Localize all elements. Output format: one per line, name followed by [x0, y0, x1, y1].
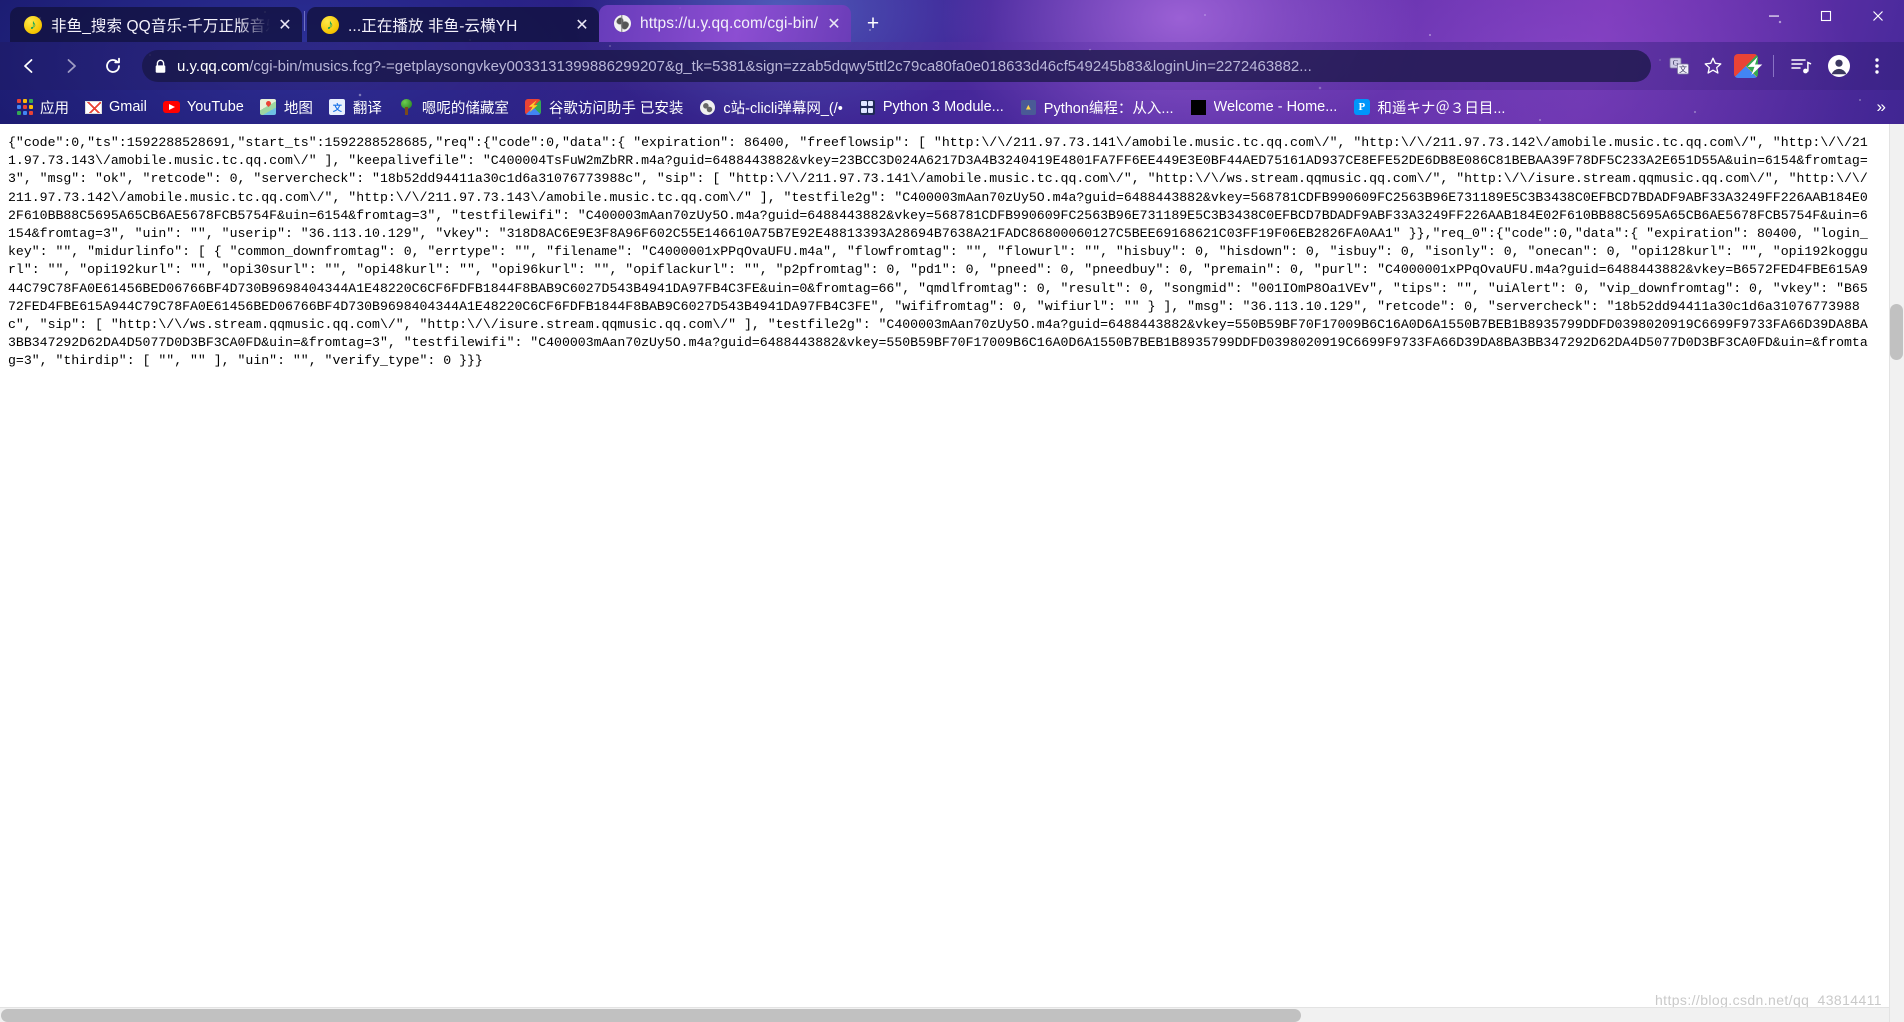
tab-title: https://u.y.qq.com/cgi-bin/mu	[640, 14, 819, 32]
bookmark-welcome-home[interactable]: Welcome - Home...	[1182, 94, 1346, 120]
close-window-button[interactable]	[1852, 0, 1904, 32]
bookmark-label: 嗯呢的储藏室	[421, 100, 509, 117]
bookmark-python3-module[interactable]: Python 3 Module...	[851, 94, 1012, 120]
youtube-icon	[162, 99, 180, 116]
vertical-scrollbar[interactable]	[1889, 124, 1904, 1022]
qq-music-icon	[24, 15, 42, 34]
tab-title: ...正在播放 非鱼-云横YH	[348, 17, 518, 35]
bookmark-label: c站-clicli弹幕网_(/•	[723, 100, 843, 117]
close-tab-button[interactable]: ✕	[569, 12, 595, 38]
bookmark-label: 应用	[40, 100, 69, 117]
bookmarks-bar: 应用 Gmail YouTube 地图 文 翻译 嗯呢的储藏室 谷歌访问助手 已…	[0, 90, 1904, 124]
google-translate-icon: 文	[329, 99, 346, 116]
url-path: /cgi-bin/musics.fcg?-=getplaysongvkey003…	[249, 57, 1312, 75]
tab-now-playing[interactable]: ...正在播放 非鱼-云横YH ✕	[307, 7, 599, 42]
bookmark-label: 地图	[283, 100, 313, 117]
window-controls	[1748, 0, 1904, 32]
tab-qq-music-search[interactable]: 非鱼_搜索 QQ音乐-千万正版音乐 ✕	[10, 7, 302, 42]
star-icon[interactable]	[1699, 52, 1727, 80]
bookmark-pixiv[interactable]: P 和遥キナ＠３日目...	[1345, 94, 1513, 120]
python-book-icon	[1020, 99, 1037, 116]
svg-text:文: 文	[1679, 63, 1687, 73]
tab-strip: 非鱼_搜索 QQ音乐-千万正版音乐 ✕ ...正在播放 非鱼-云横YH ✕ ht…	[0, 0, 1904, 42]
browser-toolbar: u.y.qq.com/cgi-bin/musics.fcg?-=getplays…	[0, 42, 1904, 90]
bookmark-clicli[interactable]: c站-clicli弹幕网_(/•	[691, 94, 850, 120]
google-access-assistant-icon	[525, 99, 542, 116]
google-access-assistant-icon[interactable]	[1729, 49, 1763, 83]
page-content: {"code":0,"ts":1592288528691,"start_ts":…	[0, 124, 1904, 1022]
close-tab-button[interactable]: ✕	[272, 12, 298, 38]
gmail-icon	[85, 99, 102, 116]
maximize-button[interactable]	[1800, 0, 1852, 32]
address-bar[interactable]: u.y.qq.com/cgi-bin/musics.fcg?-=getplays…	[142, 50, 1651, 82]
tab-separator	[304, 11, 305, 31]
bookmark-label: Gmail	[109, 99, 147, 115]
translate-icon[interactable]: G 文	[1665, 52, 1693, 80]
bookmark-label: Python编程：从入...	[1043, 100, 1174, 117]
bookmark-storage-room[interactable]: 嗯呢的储藏室	[390, 94, 517, 120]
qq-music-icon	[321, 15, 339, 34]
bookmark-label: Python 3 Module...	[882, 99, 1004, 115]
url-text: u.y.qq.com/cgi-bin/musics.fcg?-=getplays…	[177, 58, 1312, 75]
blog-watermark: https://blog.csdn.net/qq_43814411	[1654, 992, 1882, 1008]
bookmark-google-access-assistant[interactable]: 谷歌访问助手 已安装	[517, 94, 692, 120]
reload-icon[interactable]	[95, 48, 131, 84]
black-square-icon	[1190, 99, 1207, 116]
back-icon[interactable]	[11, 48, 47, 84]
bookmarks-overflow-button[interactable]: »	[1867, 97, 1896, 117]
minimize-button[interactable]	[1748, 0, 1800, 32]
new-tab-button[interactable]: +	[858, 9, 888, 39]
bookmark-youtube[interactable]: YouTube	[155, 94, 252, 120]
bookmark-label: YouTube	[186, 99, 244, 115]
grid-blue-icon	[859, 99, 876, 116]
google-maps-icon	[260, 99, 277, 116]
vertical-scrollbar-thumb[interactable]	[1890, 304, 1903, 360]
tree-icon	[398, 99, 415, 116]
bookmark-gmail[interactable]: Gmail	[77, 94, 155, 120]
apps-grid-icon	[16, 99, 33, 116]
tab-qq-api-response[interactable]: https://u.y.qq.com/cgi-bin/mu ✕	[599, 5, 851, 42]
bookmark-apps[interactable]: 应用	[8, 94, 77, 120]
forward-icon[interactable]	[53, 48, 89, 84]
globe-icon	[613, 15, 631, 33]
pixiv-icon: P	[1353, 99, 1370, 116]
tab-title: 非鱼_搜索 QQ音乐-千万正版音乐	[51, 17, 270, 35]
globe-icon	[699, 99, 716, 116]
lock-icon	[154, 59, 167, 74]
horizontal-scrollbar-thumb[interactable]	[1, 1009, 1301, 1022]
profile-avatar-icon[interactable]	[1822, 49, 1856, 83]
reading-list-icon[interactable]	[1784, 49, 1818, 83]
three-dot-menu-icon[interactable]	[1860, 49, 1894, 83]
url-host: u.y.qq.com	[177, 57, 250, 75]
bookmark-maps[interactable]: 地图	[252, 94, 321, 120]
bookmark-label: Welcome - Home...	[1213, 99, 1338, 115]
toolbar-separator	[1773, 55, 1774, 77]
json-response-text: {"code":0,"ts":1592288528691,"start_ts":…	[8, 135, 1868, 369]
bookmark-label: 和遥キナ＠３日目...	[1377, 100, 1506, 117]
close-tab-button[interactable]: ✕	[821, 11, 847, 37]
bookmark-label: 谷歌访问助手 已安装	[548, 100, 684, 117]
horizontal-scrollbar[interactable]	[0, 1007, 1889, 1022]
bookmark-translate[interactable]: 文 翻译	[321, 94, 390, 120]
bookmark-python-book[interactable]: Python编程：从入...	[1012, 94, 1182, 120]
bookmark-label: 翻译	[352, 100, 382, 117]
